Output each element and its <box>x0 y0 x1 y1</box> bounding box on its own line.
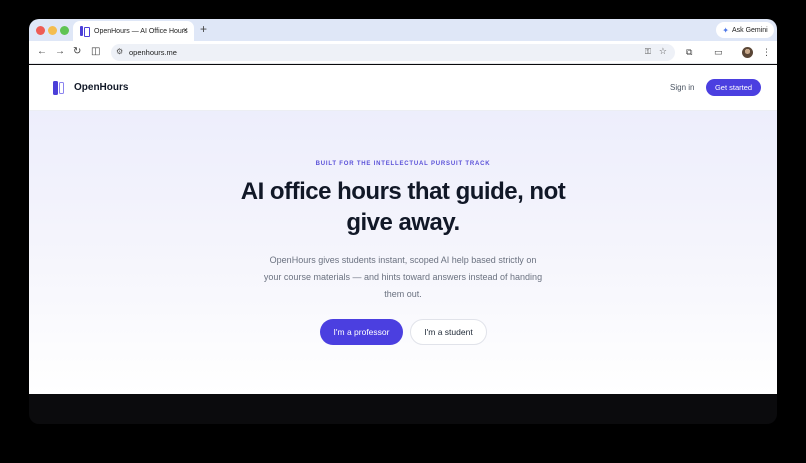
close-window-button[interactable] <box>36 26 45 35</box>
hero-description: OpenHours gives students instant, scoped… <box>251 252 555 303</box>
site-header: OpenHours Sign in Get started <box>29 65 777 111</box>
extensions-icon[interactable]: ⧉ <box>686 46 692 58</box>
hero-headline-line-1: AI office hours that guide, not <box>240 178 566 205</box>
browser-tab-active[interactable]: OpenHours — AI Office Hours × <box>73 21 194 41</box>
tab-strip: OpenHours — AI Office Hours × + ✦ Ask Ge… <box>29 19 777 41</box>
hero-description-line-2: your course materials — and hints toward… <box>263 272 543 282</box>
bookmark-star-icon[interactable]: ☆ <box>659 46 667 57</box>
address-bar[interactable]: ⚙ openhours.me ⚿ ☆ <box>111 44 675 61</box>
password-key-icon[interactable]: ⚿ <box>645 47 651 57</box>
sign-in-link[interactable]: Sign in <box>670 83 694 92</box>
browser-menu-icon[interactable]: ⋮ <box>762 46 771 58</box>
hero-description-line-1: OpenHours gives students instant, scoped… <box>269 255 537 265</box>
hero-headline-line-2: give away. <box>346 209 460 236</box>
cast-icon[interactable]: ▭ <box>714 46 723 58</box>
hero-headline: AI office hours that guide, not give awa… <box>203 176 603 238</box>
site-favicon-icon <box>80 26 90 37</box>
forward-arrow-icon[interactable]: → <box>55 46 65 58</box>
brand-name[interactable]: OpenHours <box>74 82 128 93</box>
openhours-logo-icon[interactable] <box>53 81 65 95</box>
ask-gemini-button[interactable]: ✦ Ask Gemini <box>716 22 774 38</box>
ask-gemini-label: Ask Gemini <box>731 26 768 34</box>
hero-description-line-3: them out. <box>384 289 422 299</box>
profile-avatar[interactable] <box>742 47 753 58</box>
reload-icon[interactable]: ↻ <box>73 46 81 58</box>
tab-title: OpenHours — AI Office Hours <box>94 27 188 35</box>
get-started-button[interactable]: Get started <box>706 79 761 96</box>
hero-section: BUILT FOR THE INTELLECTUAL PURSUIT TRACK… <box>29 111 777 394</box>
browser-toolbar: ← → ↻ ◫ ⚙ openhours.me ⚿ ☆ ⧉ ▭ ⋮ <box>29 41 777 64</box>
new-tab-button[interactable]: + <box>200 22 207 36</box>
site-settings-icon[interactable]: ⚙ <box>116 47 123 56</box>
student-button[interactable]: I'm a student <box>410 319 487 345</box>
tab-close-icon[interactable]: × <box>183 25 188 35</box>
page-viewport: OpenHours Sign in Get started BUILT FOR … <box>29 65 777 394</box>
reader-mode-icon[interactable]: ◫ <box>91 46 100 58</box>
back-arrow-icon[interactable]: ← <box>37 46 47 58</box>
professor-button[interactable]: I'm a professor <box>320 319 403 345</box>
browser-window: OpenHours — AI Office Hours × + ✦ Ask Ge… <box>29 19 777 424</box>
minimize-window-button[interactable] <box>48 26 57 35</box>
gemini-sparkle-icon: ✦ <box>722 25 729 35</box>
url-text[interactable]: openhours.me <box>129 48 177 57</box>
maximize-window-button[interactable] <box>60 26 69 35</box>
hero-eyebrow: BUILT FOR THE INTELLECTUAL PURSUIT TRACK <box>315 161 491 167</box>
